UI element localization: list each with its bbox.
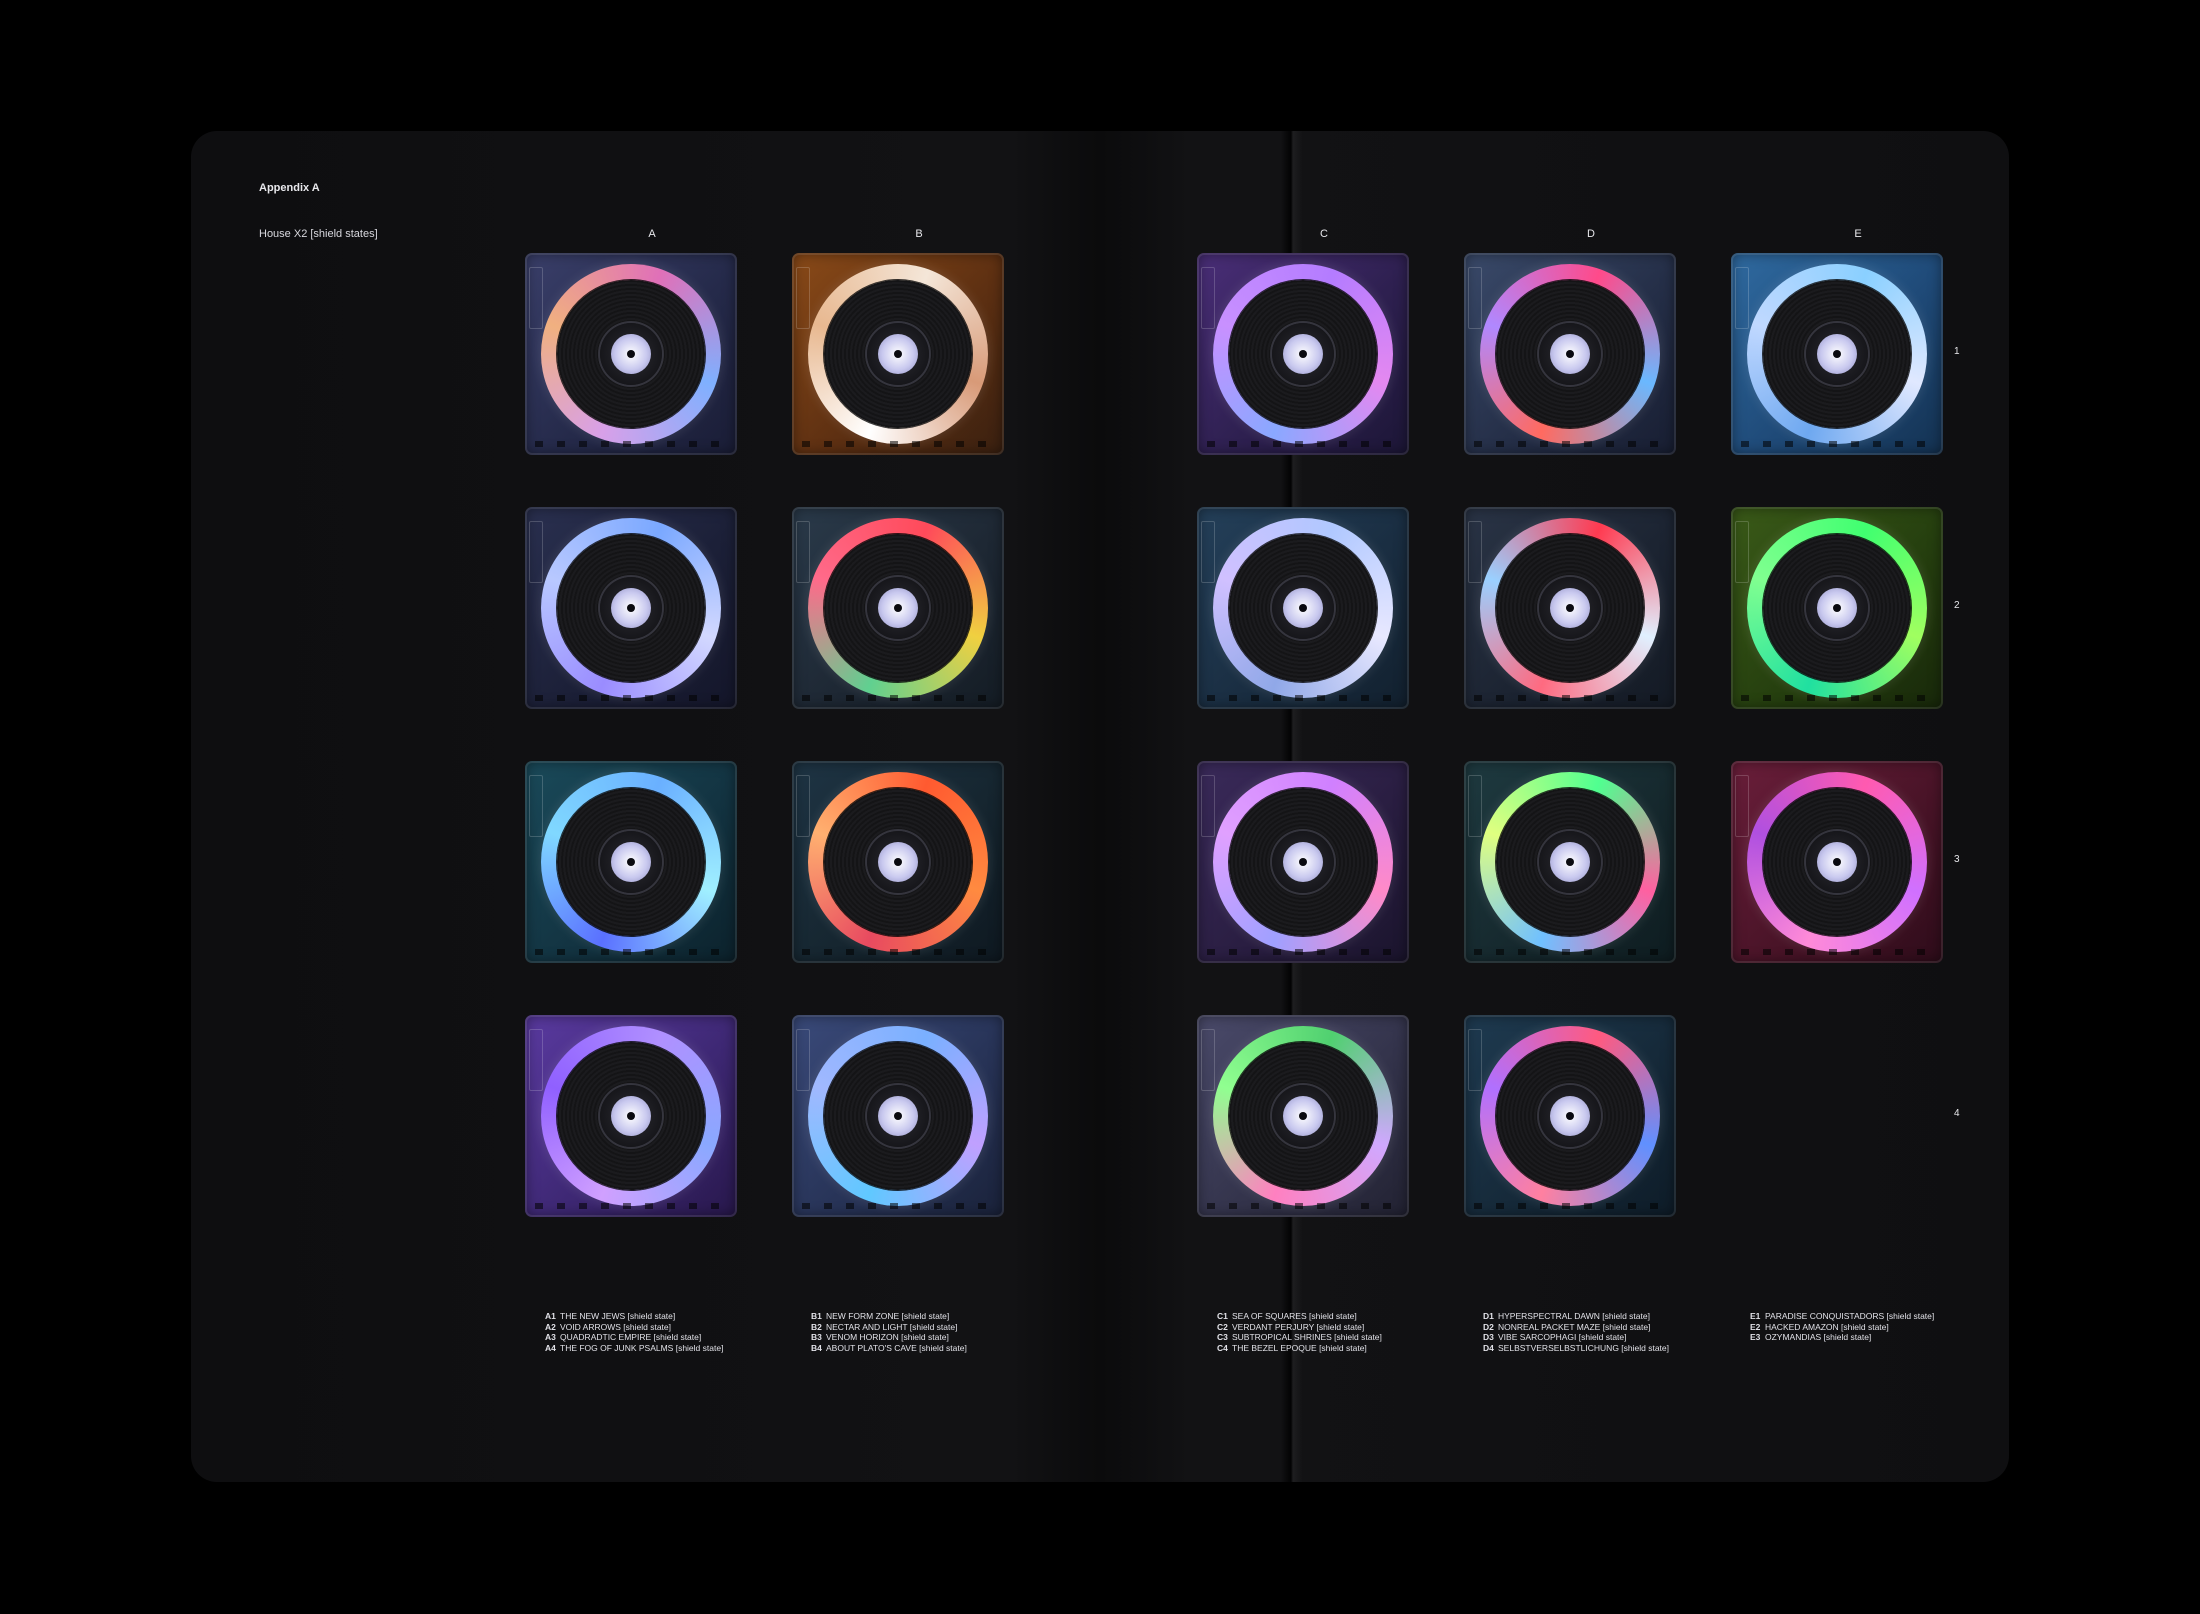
legend-column-b: B1 NEW FORM ZONE [shield state] B2 NECTAR … bbox=[811, 1311, 967, 1353]
legend-item: D1 HYPERSPECTRAL DAWN [shield state] bbox=[1483, 1311, 1669, 1322]
legend-text: VIBE SARCOPHAGI [shield state] bbox=[1498, 1332, 1627, 1342]
legend-text: OZYMANDIAS [shield state] bbox=[1765, 1332, 1872, 1342]
legend-code: D3 bbox=[1483, 1332, 1494, 1342]
legend-code: B2 bbox=[811, 1321, 822, 1332]
section-subtitle: House X2 [shield states] bbox=[259, 228, 378, 240]
cartridge-e2 bbox=[1731, 507, 1943, 709]
cartridge-d4 bbox=[1464, 1015, 1676, 1217]
legend-code: B3 bbox=[811, 1332, 822, 1342]
column-label-a: A bbox=[648, 228, 656, 240]
cartridge-b3 bbox=[792, 761, 1004, 963]
row-label-2: 2 bbox=[1954, 600, 1960, 611]
legend-code: B1 bbox=[811, 1311, 822, 1321]
legend-item: A3 QUADRADTIC EMPIRE [shield state] bbox=[545, 1332, 723, 1343]
cartridge-a2 bbox=[525, 507, 737, 709]
column-label-d: D bbox=[1587, 228, 1595, 240]
legend-column-c: C1 SEA OF SQUARES [shield state] C2 VERDAN… bbox=[1217, 1311, 1382, 1353]
legend-item: C2 VERDANT PERJURY [shield state] bbox=[1217, 1322, 1382, 1333]
legend-item: A2 VOID ARROWS [shield state] bbox=[545, 1322, 723, 1333]
legend-item: B4 ABOUT PLATO'S CAVE [shield state] bbox=[811, 1343, 967, 1354]
legend-text: NEW FORM ZONE [shield state] bbox=[826, 1311, 950, 1321]
cartridge-c1 bbox=[1197, 253, 1409, 455]
appendix-title: Appendix A bbox=[259, 182, 320, 194]
legend-text: HACKED AMAZON [shield state] bbox=[1765, 1321, 1889, 1332]
legend-code: E2 bbox=[1750, 1321, 1761, 1332]
legend-item: B3 VENOM HORIZON [shield state] bbox=[811, 1332, 967, 1343]
legend-code: A4 bbox=[545, 1342, 556, 1353]
legend-code: E3 bbox=[1750, 1332, 1761, 1342]
legend-item: B2 NECTAR AND LIGHT [shield state] bbox=[811, 1322, 967, 1333]
cartridge-c4 bbox=[1197, 1015, 1409, 1217]
legend-code: B4 bbox=[811, 1342, 822, 1353]
cartridge-c2 bbox=[1197, 507, 1409, 709]
page-stage: Appendix A House X2 [shield states] A B … bbox=[0, 0, 2200, 1614]
legend-text: PARADISE CONQUISTADORS [shield state] bbox=[1765, 1311, 1935, 1321]
column-label-c: C bbox=[1320, 228, 1328, 240]
legend-text: SEA OF SQUARES [shield state] bbox=[1232, 1311, 1357, 1321]
legend-text: THE FOG OF JUNK PSALMS [shield state] bbox=[560, 1342, 724, 1353]
legend-text: VOID ARROWS [shield state] bbox=[560, 1321, 672, 1332]
legend-item: D2 NONREAL PACKET MAZE [shield state] bbox=[1483, 1322, 1669, 1333]
legend-item: D3 VIBE SARCOPHAGI [shield state] bbox=[1483, 1332, 1669, 1343]
legend-item: E1 PARADISE CONQUISTADORS [shield state] bbox=[1750, 1311, 1934, 1322]
legend-text: NONREAL PACKET MAZE [shield state] bbox=[1498, 1321, 1651, 1332]
legend-code: C3 bbox=[1217, 1332, 1228, 1342]
legend-item: A4 THE FOG OF JUNK PSALMS [shield state] bbox=[545, 1343, 723, 1354]
legend-text: SUBTROPICAL SHRINES [shield state] bbox=[1232, 1332, 1382, 1342]
legend-code: A2 bbox=[545, 1321, 556, 1332]
legend-text: VERDANT PERJURY [shield state] bbox=[1232, 1321, 1365, 1332]
legend-item: E3 OZYMANDIAS [shield state] bbox=[1750, 1332, 1934, 1343]
legend-code: D4 bbox=[1483, 1342, 1494, 1353]
legend-text: THE BEZEL EPOQUE [shield state] bbox=[1232, 1342, 1367, 1353]
cartridge-c3 bbox=[1197, 761, 1409, 963]
cartridge-d2 bbox=[1464, 507, 1676, 709]
legend-item: A1 THE NEW JEWS [shield state] bbox=[545, 1311, 723, 1322]
legend-item: E2 HACKED AMAZON [shield state] bbox=[1750, 1322, 1934, 1333]
legend-code: D1 bbox=[1483, 1311, 1494, 1321]
cartridge-a1 bbox=[525, 253, 737, 455]
cartridge-d1 bbox=[1464, 253, 1676, 455]
legend-code: C4 bbox=[1217, 1342, 1228, 1353]
cartridge-b2 bbox=[792, 507, 1004, 709]
column-label-e: E bbox=[1854, 228, 1862, 240]
column-label-b: B bbox=[915, 228, 923, 240]
legend-text: HYPERSPECTRAL DAWN [shield state] bbox=[1498, 1311, 1650, 1321]
legend-code: C2 bbox=[1217, 1321, 1228, 1332]
legend-code: A3 bbox=[545, 1332, 556, 1342]
cartridge-e3 bbox=[1731, 761, 1943, 963]
legend-code: A1 bbox=[545, 1311, 556, 1321]
cartridge-a4 bbox=[525, 1015, 737, 1217]
legend-code: D2 bbox=[1483, 1321, 1494, 1332]
legend-text: NECTAR AND LIGHT [shield state] bbox=[826, 1321, 958, 1332]
legend-code: E1 bbox=[1750, 1311, 1761, 1321]
cartridge-b1 bbox=[792, 253, 1004, 455]
row-label-3: 3 bbox=[1954, 854, 1960, 865]
legend-column-d: D1 HYPERSPECTRAL DAWN [shield state] D2 NO… bbox=[1483, 1311, 1669, 1353]
legend-column-e: E1 PARADISE CONQUISTADORS [shield state] … bbox=[1750, 1311, 1934, 1343]
row-label-4: 4 bbox=[1954, 1108, 1960, 1119]
legend-column-a: A1 THE NEW JEWS [shield state] A2 VOID ARR… bbox=[545, 1311, 723, 1353]
legend-item: C3 SUBTROPICAL SHRINES [shield state] bbox=[1217, 1332, 1382, 1343]
legend-text: SELBSTVERSELBSTLICHUNG [shield state] bbox=[1498, 1342, 1670, 1353]
cartridge-a3 bbox=[525, 761, 737, 963]
legend-item: C4 THE BEZEL EPOQUE [shield state] bbox=[1217, 1343, 1382, 1354]
legend-text: VENOM HORIZON [shield state] bbox=[826, 1332, 949, 1342]
row-label-1: 1 bbox=[1954, 346, 1960, 357]
book-spread: Appendix A House X2 [shield states] A B … bbox=[191, 131, 2009, 1482]
legend-item: C1 SEA OF SQUARES [shield state] bbox=[1217, 1311, 1382, 1322]
cartridge-b4 bbox=[792, 1015, 1004, 1217]
legend-item: B1 NEW FORM ZONE [shield state] bbox=[811, 1311, 967, 1322]
legend-text: THE NEW JEWS [shield state] bbox=[560, 1311, 676, 1321]
legend-item: D4 SELBSTVERSELBSTLICHUNG [shield state] bbox=[1483, 1343, 1669, 1354]
cartridge-d3 bbox=[1464, 761, 1676, 963]
cartridge-e1 bbox=[1731, 253, 1943, 455]
legend-code: C1 bbox=[1217, 1311, 1228, 1321]
legend-text: QUADRADTIC EMPIRE [shield state] bbox=[560, 1332, 702, 1342]
legend-text: ABOUT PLATO'S CAVE [shield state] bbox=[826, 1342, 967, 1353]
